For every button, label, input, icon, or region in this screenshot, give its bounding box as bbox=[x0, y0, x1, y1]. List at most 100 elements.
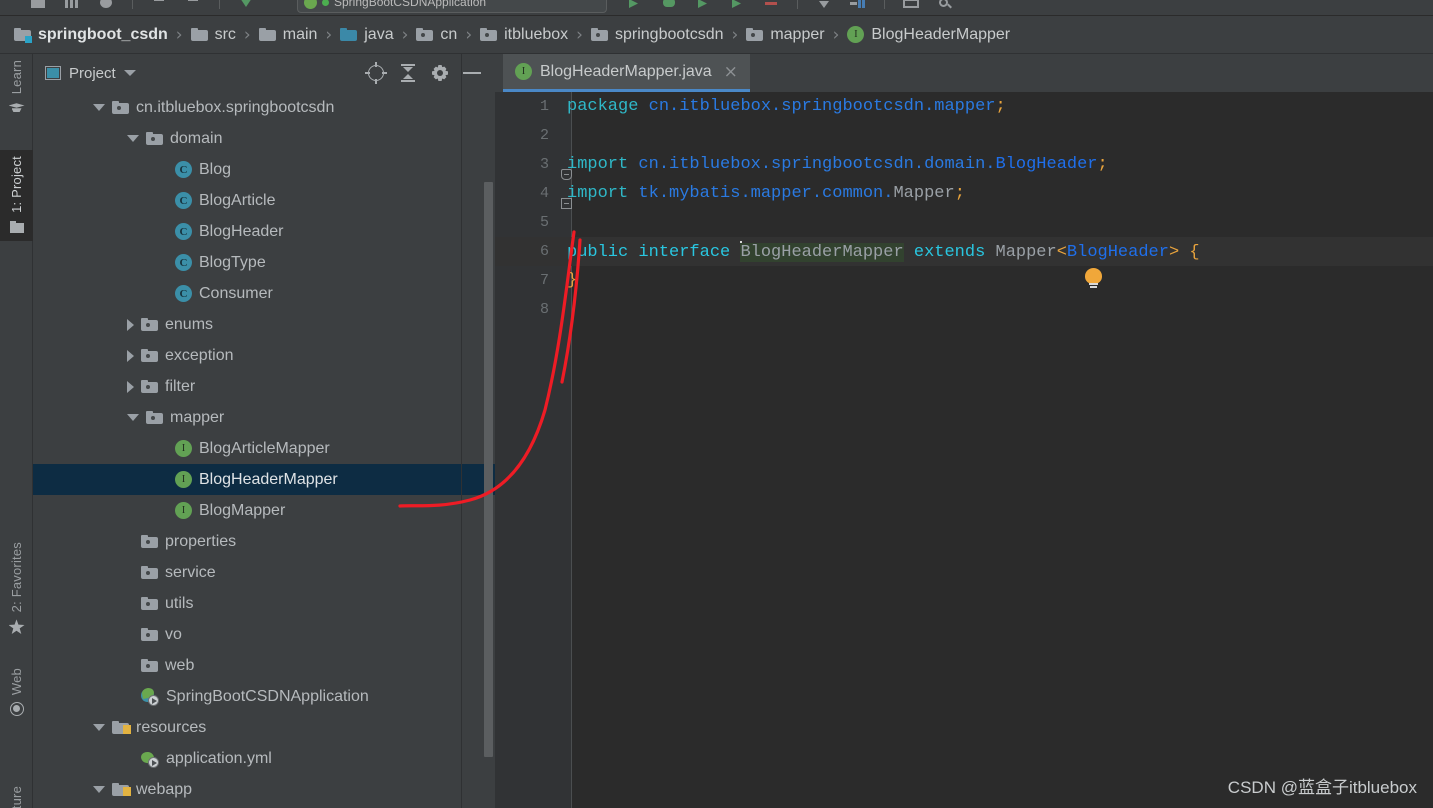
rail-button-structure[interactable]: ture bbox=[0, 780, 33, 808]
breadcrumb-item-blogheadermapper[interactable]: I BlogHeaderMapper bbox=[847, 26, 1010, 44]
profile-icon[interactable] bbox=[729, 0, 745, 10]
tree-node-webapp[interactable]: webapp bbox=[33, 774, 495, 805]
close-icon[interactable]: × bbox=[724, 62, 738, 82]
project-tree-scrollbar[interactable] bbox=[484, 182, 493, 757]
chevron-down-icon[interactable] bbox=[816, 0, 832, 10]
debug-icon[interactable] bbox=[661, 0, 677, 10]
breadcrumb-item-label: src bbox=[214, 25, 236, 43]
tree-node-blog[interactable]: C Blog bbox=[33, 154, 495, 185]
code-token: BlogHeader bbox=[1066, 243, 1169, 262]
tree-node-blogheader[interactable]: C BlogHeader bbox=[33, 216, 495, 247]
fold-start-icon[interactable] bbox=[561, 169, 572, 180]
tree-node-blogheadermapper[interactable]: I BlogHeaderMapper bbox=[33, 464, 495, 495]
tree-node-mapper[interactable]: mapper bbox=[33, 402, 495, 433]
tree-node-blogtype[interactable]: C BlogType bbox=[33, 247, 495, 278]
tree-node-filter[interactable]: filter bbox=[33, 371, 495, 402]
hide-panel-icon[interactable] bbox=[463, 64, 481, 82]
fold-end-icon[interactable] bbox=[561, 198, 572, 209]
build-icon[interactable] bbox=[238, 0, 254, 10]
tree-node-enums[interactable]: enums bbox=[33, 309, 495, 340]
package-icon bbox=[141, 535, 158, 548]
pause-icon[interactable] bbox=[850, 0, 866, 10]
copy-icon[interactable] bbox=[185, 0, 201, 10]
rail-button-project[interactable]: 1: Project bbox=[0, 150, 33, 241]
open-icon[interactable] bbox=[30, 0, 46, 10]
rail-label-favorites: 2: Favorites bbox=[9, 542, 24, 613]
code-area[interactable]: 1 package cn.itbluebox.springbootcsdn.map… bbox=[495, 92, 1433, 808]
code-token: BlogHeader bbox=[995, 155, 1098, 174]
breadcrumb-item-label: springboot_csdn bbox=[38, 25, 168, 43]
tree-node-resources[interactable]: resources bbox=[33, 712, 495, 743]
chevron-down-icon[interactable] bbox=[93, 104, 105, 111]
breadcrumb-item-springbootcsdn[interactable]: springbootcsdn bbox=[590, 26, 724, 44]
tree-node-cn-itbluebox-springbootcsdn[interactable]: cn.itbluebox.springbootcsdn bbox=[33, 92, 495, 123]
breadcrumb-item-cn[interactable]: cn bbox=[416, 26, 457, 44]
code-line-5[interactable]: 5 bbox=[495, 208, 1433, 237]
code-line-8[interactable]: 8 bbox=[495, 295, 1433, 324]
interface-icon: I bbox=[847, 26, 865, 43]
chevron-down-icon[interactable] bbox=[123, 70, 136, 76]
class-icon: C bbox=[175, 254, 192, 271]
chevron-right-icon[interactable] bbox=[127, 318, 134, 331]
tree-node-application-yml[interactable]: application.yml bbox=[33, 743, 495, 774]
tree-node-domain[interactable]: domain bbox=[33, 123, 495, 154]
code-line-2[interactable]: 2 bbox=[495, 121, 1433, 150]
project-tree[interactable]: cn.itbluebox.springbootcsdn domain C Blog C B… bbox=[33, 92, 495, 808]
tree-node-blogmapper[interactable]: I BlogMapper bbox=[33, 495, 495, 526]
breadcrumb-separator: › bbox=[401, 24, 409, 45]
tree-node-utils[interactable]: utils bbox=[33, 588, 495, 619]
breadcrumb-separator: › bbox=[325, 24, 333, 45]
editor-tab-blogheadermapper[interactable]: I BlogHeaderMapper.java × bbox=[503, 54, 750, 92]
panel-divider[interactable] bbox=[461, 54, 462, 808]
package-icon bbox=[141, 318, 158, 331]
breadcrumb-item-main[interactable]: main bbox=[258, 26, 317, 44]
layout-icon[interactable] bbox=[903, 0, 919, 10]
stop-icon[interactable] bbox=[763, 0, 779, 10]
run-icon[interactable] bbox=[627, 0, 643, 10]
code-line-4[interactable]: 4 import tk.mybatis.mapper.common.Mapper; bbox=[495, 179, 1433, 208]
tree-node-properties[interactable]: properties bbox=[33, 526, 495, 557]
class-icon: C bbox=[175, 161, 192, 178]
chevron-right-icon[interactable] bbox=[127, 380, 134, 393]
tree-node-service[interactable]: service bbox=[33, 557, 495, 588]
select-opened-file-icon[interactable] bbox=[365, 62, 387, 84]
tree-node-blogarticlemapper[interactable]: I BlogArticleMapper bbox=[33, 433, 495, 464]
search-icon[interactable] bbox=[937, 0, 953, 10]
rail-button-favorites[interactable]: 2: Favorites bbox=[0, 536, 33, 640]
rail-button-web[interactable]: Web bbox=[0, 662, 33, 723]
toolbar-separator bbox=[884, 0, 885, 9]
chevron-right-icon[interactable] bbox=[127, 349, 134, 362]
breadcrumb-item-itbluebox[interactable]: itbluebox bbox=[480, 26, 568, 44]
tree-node-web[interactable]: web bbox=[33, 650, 495, 681]
settings-gear-icon[interactable] bbox=[431, 64, 449, 82]
chevron-down-icon[interactable] bbox=[93, 724, 105, 731]
sync-icon[interactable] bbox=[64, 0, 80, 10]
code-line-6[interactable]: 6 public interface BlogHeaderMapper exten… bbox=[495, 237, 1433, 266]
breadcrumb-item-java[interactable]: java bbox=[340, 26, 394, 44]
undo-icon[interactable] bbox=[98, 0, 114, 10]
package-icon bbox=[480, 28, 498, 41]
tree-node-label: BlogHeader bbox=[199, 222, 284, 240]
chevron-down-icon[interactable] bbox=[127, 135, 139, 142]
tree-node-blogarticle[interactable]: C BlogArticle bbox=[33, 185, 495, 216]
collapse-all-icon[interactable] bbox=[399, 64, 417, 82]
breadcrumb-item-springboot-csdn[interactable]: springboot_csdn bbox=[14, 26, 168, 44]
code-line-7[interactable]: 7} bbox=[495, 266, 1433, 295]
tree-node-label: BlogHeaderMapper bbox=[199, 470, 338, 488]
rail-button-learn[interactable]: Learn bbox=[0, 54, 33, 122]
project-window-icon bbox=[45, 66, 61, 80]
code-line-3[interactable]: 3 import cn.itbluebox.springbootcsdn.doma… bbox=[495, 150, 1433, 179]
chevron-down-icon[interactable] bbox=[127, 414, 139, 421]
chevron-down-icon[interactable] bbox=[93, 786, 105, 793]
lightbulb-icon[interactable] bbox=[1085, 268, 1102, 289]
breadcrumb-item-src[interactable]: src bbox=[190, 25, 236, 44]
tree-node-springbootcsdnapplication[interactable]: SpringBootCSDNApplication bbox=[33, 681, 495, 712]
run-with-coverage-icon[interactable] bbox=[695, 0, 711, 10]
run-configuration-selector[interactable]: SpringBootCSDNApplication bbox=[297, 0, 607, 13]
code-line-1[interactable]: 1 package cn.itbluebox.springbootcsdn.map… bbox=[495, 92, 1433, 121]
tree-node-vo[interactable]: vo bbox=[33, 619, 495, 650]
tree-node-consumer[interactable]: C Consumer bbox=[33, 278, 495, 309]
breadcrumb-item-mapper[interactable]: mapper bbox=[746, 26, 825, 44]
tree-node-exception[interactable]: exception bbox=[33, 340, 495, 371]
cut-icon[interactable] bbox=[151, 0, 167, 10]
